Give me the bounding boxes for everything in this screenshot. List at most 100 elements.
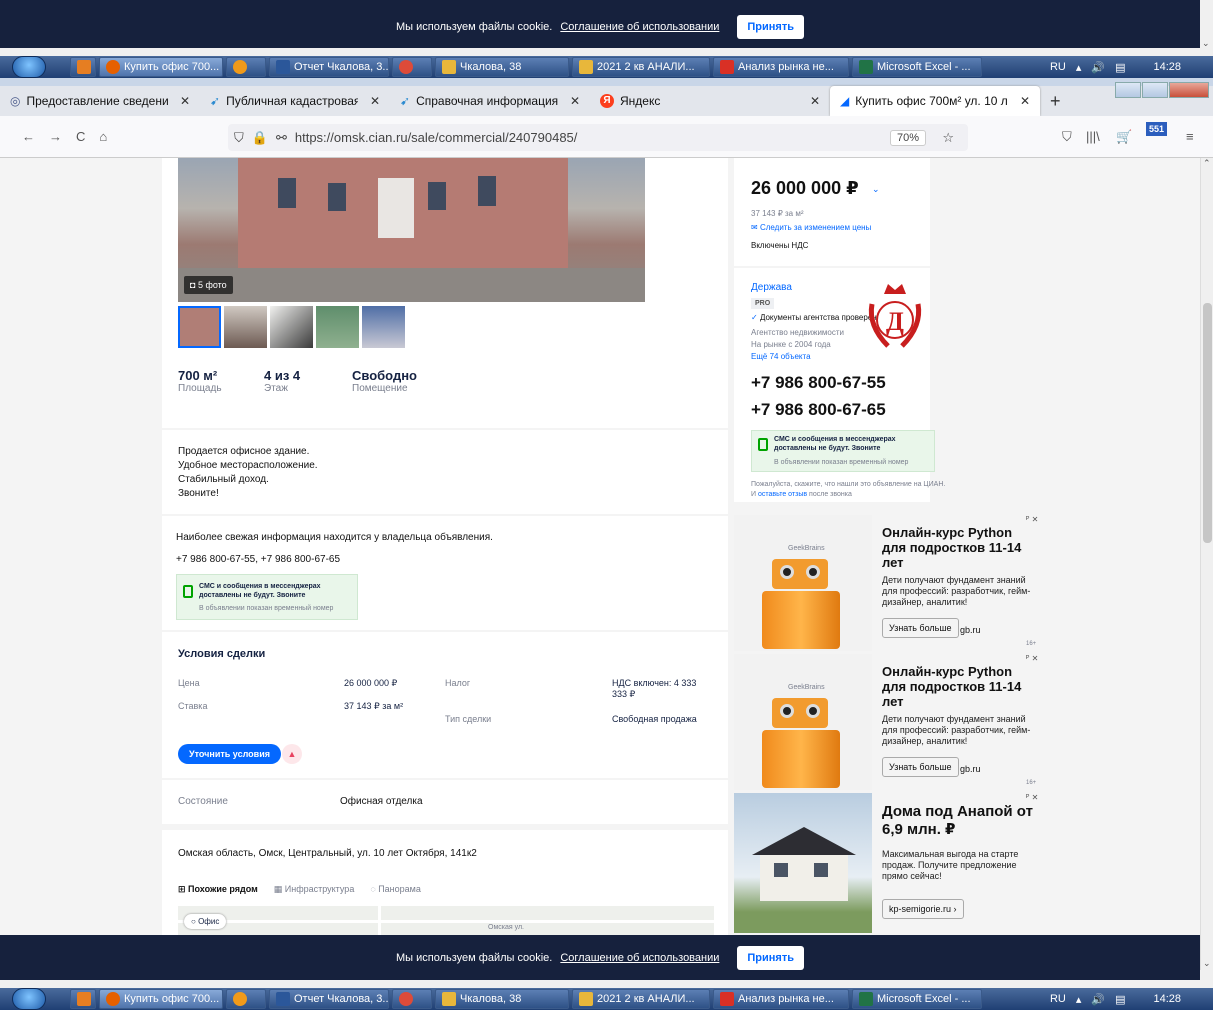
tab-rosreestr[interactable]: ◎Предоставление сведений из✕ — [0, 86, 200, 116]
minimize-button[interactable] — [1115, 82, 1141, 98]
shield-icon[interactable]: ⛉ — [234, 130, 244, 146]
forward-icon[interactable]: → — [49, 129, 62, 144]
scroll-down-arrow-icon[interactable]: ⌄ — [1202, 38, 1210, 49]
lock-icon[interactable]: 🔒 — [252, 130, 268, 146]
chevron-down-icon[interactable]: ⌄ — [872, 184, 880, 195]
taskbar-item-excel[interactable]: Microsoft Excel - ... — [852, 989, 982, 1009]
close-icon[interactable]: ✕ — [1020, 94, 1030, 108]
clock[interactable]: 14:28 — [1153, 993, 1181, 1005]
ad-site-button[interactable]: kp-semigorie.ru › — [882, 899, 964, 919]
follow-price-link[interactable]: ✉ Следить за изменением цены — [751, 223, 871, 232]
taskbar-item-chrome[interactable] — [392, 57, 432, 77]
map-office-chip[interactable]: ○ Офис — [184, 914, 227, 929]
ad-3[interactable]: Дома под Анапой от 6,9 млн. ₽ Максимальн… — [734, 793, 1044, 933]
tab-similar-nearby[interactable]: ⊞ Похожие рядом — [178, 884, 258, 895]
media-icon[interactable] — [70, 57, 96, 77]
language-indicator[interactable]: RU — [1050, 993, 1066, 1005]
thumbnail-2[interactable] — [224, 306, 267, 348]
tab-infrastructure[interactable]: ▦ Инфраструктура — [274, 884, 355, 895]
tray-arrow-icon[interactable]: ▴ — [1076, 993, 1082, 1006]
taskbar-item-folder-1[interactable]: Чкалова, 38 — [435, 57, 569, 77]
pocket-icon[interactable]: ⛉ — [1062, 129, 1072, 145]
tab-cian-active[interactable]: ◢ Купить офис 700м² ул. 10 лет ✕ — [830, 86, 1040, 116]
library-icon[interactable]: |||\ — [1086, 129, 1100, 144]
volume-icon[interactable]: 🔊 — [1091, 61, 1105, 74]
taskbar-item-pdf[interactable]: Анализ рынка не... — [713, 989, 849, 1009]
main-photo[interactable]: ◘ 5 фото — [178, 158, 645, 302]
taskbar-item-pdf[interactable]: Анализ рынка не... — [713, 57, 849, 77]
thumbnail-4[interactable] — [316, 306, 359, 348]
scroll-up-arrow-icon[interactable]: ⌃ — [1203, 158, 1211, 169]
agency-phone-2[interactable]: +7 986 800-67-65 — [751, 400, 886, 420]
thumbnail-3[interactable] — [270, 306, 313, 348]
agency-name[interactable]: Держава — [751, 282, 792, 293]
cookie-accept-button[interactable]: Принять — [737, 945, 804, 970]
taskbar-item-folder-2[interactable]: 2021 2 кв АНАЛИ... — [572, 57, 710, 77]
taskbar-item-chrome[interactable] — [392, 989, 432, 1009]
ad-close-icon[interactable]: ᴾ ✕ — [1026, 793, 1038, 802]
url-text[interactable]: https://omsk.cian.ru/sale/commercial/240… — [295, 130, 578, 145]
agency-logo[interactable]: Д — [864, 276, 926, 352]
network-icon[interactable]: ▤ — [1115, 993, 1125, 1006]
maximize-button[interactable] — [1142, 82, 1168, 98]
cart-icon[interactable]: 🛒 — [1116, 129, 1132, 145]
volume-icon[interactable]: 🔊 — [1091, 993, 1105, 1006]
zoom-level[interactable]: 70% — [889, 129, 926, 146]
cookie-terms-link[interactable]: Соглашение об использовании — [560, 952, 719, 964]
thumbnail-5[interactable] — [362, 306, 405, 348]
extension-badge[interactable]: 551 — [1146, 122, 1168, 136]
cookie-accept-button[interactable]: Принять — [737, 15, 804, 39]
taskbar-item-excel[interactable]: Microsoft Excel - ... — [852, 57, 982, 77]
photo-count-badge[interactable]: ◘ 5 фото — [184, 276, 233, 294]
media-icon[interactable] — [70, 989, 96, 1009]
ad-close-icon[interactable]: ᴾ ✕ — [1026, 654, 1038, 663]
close-icon[interactable]: ✕ — [810, 94, 820, 108]
start-button[interactable] — [12, 988, 46, 1010]
language-indicator[interactable]: RU — [1050, 61, 1066, 73]
ad-learn-more-button[interactable]: Узнать больше — [882, 757, 959, 777]
taskbar-item-app[interactable] — [226, 57, 266, 77]
clarify-conditions-button[interactable]: Уточнить условия — [178, 744, 281, 764]
url-bar[interactable]: ⛉ 🔒 ⚯ https://omsk.cian.ru/sale/commerci… — [228, 124, 968, 151]
taskbar-item-folder-2[interactable]: 2021 2 кв АНАЛИ... — [572, 989, 710, 1009]
ad-learn-more-button[interactable]: Узнать больше — [882, 618, 959, 638]
taskbar-item-word[interactable]: Отчет Чкалова, 3... — [269, 57, 389, 77]
warning-icon[interactable]: ▲ — [282, 744, 302, 764]
leave-review-link[interactable]: оставьте отзыв — [758, 491, 807, 498]
reload-icon[interactable]: C — [76, 129, 85, 144]
agency-phone-1[interactable]: +7 986 800-67-55 — [751, 373, 886, 393]
clock[interactable]: 14:28 — [1153, 61, 1181, 73]
close-icon[interactable]: ✕ — [180, 94, 190, 108]
ad-2[interactable]: GeekBrains Онлайн-курс Python для подрос… — [734, 654, 1044, 790]
page-scrollbar[interactable]: ⌃ ⌄ — [1200, 158, 1213, 970]
taskbar-item-firefox[interactable]: Купить офис 700... — [99, 989, 223, 1009]
taskbar-item-app[interactable] — [226, 989, 266, 1009]
menu-icon[interactable]: ≡ — [1186, 129, 1194, 144]
back-icon[interactable]: ← — [22, 129, 35, 144]
more-objects-link[interactable]: Ещё 74 объекта — [751, 352, 811, 361]
home-icon[interactable]: ⌂ — [99, 129, 107, 144]
bookmark-star-icon[interactable]: ☆ — [942, 130, 954, 146]
cookie-terms-link[interactable]: Соглашение об использовании — [560, 21, 719, 33]
taskbar-item-word[interactable]: Отчет Чкалова, 3... — [269, 989, 389, 1009]
tab-reference-info[interactable]: ➹Справочная информация по✕ — [390, 86, 590, 116]
scrollbar-thumb[interactable] — [1203, 303, 1212, 543]
start-button[interactable] — [12, 56, 46, 78]
close-icon[interactable]: ✕ — [370, 94, 380, 108]
tab-yandex[interactable]: Я Яндекс ✕ — [590, 86, 830, 116]
taskbar-item-firefox[interactable]: Купить офис 700... — [99, 57, 223, 77]
network-icon[interactable]: ▤ — [1115, 61, 1125, 74]
tab-cadastral-map[interactable]: ➹Публичная кадастровая карта✕ — [200, 86, 390, 116]
thumbnail-1[interactable] — [178, 306, 221, 348]
map[interactable]: ○ Офис Омская ул. — [178, 906, 714, 935]
owner-phones[interactable]: +7 986 800-67-55, +7 986 800-67-65 — [176, 554, 340, 565]
scroll-down-arrow-icon[interactable]: ⌄ — [1203, 958, 1211, 969]
new-tab-button[interactable]: + — [1040, 86, 1080, 116]
tab-panorama[interactable]: ◌ Панорама — [370, 884, 421, 895]
permissions-icon[interactable]: ⚯ — [276, 130, 287, 146]
close-window-button[interactable] — [1169, 82, 1209, 98]
taskbar-item-folder-1[interactable]: Чкалова, 38 — [435, 989, 569, 1009]
ad-close-icon[interactable]: ᴾ ✕ — [1026, 515, 1038, 524]
tray-arrow-icon[interactable]: ▴ — [1076, 61, 1082, 74]
ad-1[interactable]: GeekBrains Онлайн-курс Python для подрос… — [734, 515, 1044, 651]
